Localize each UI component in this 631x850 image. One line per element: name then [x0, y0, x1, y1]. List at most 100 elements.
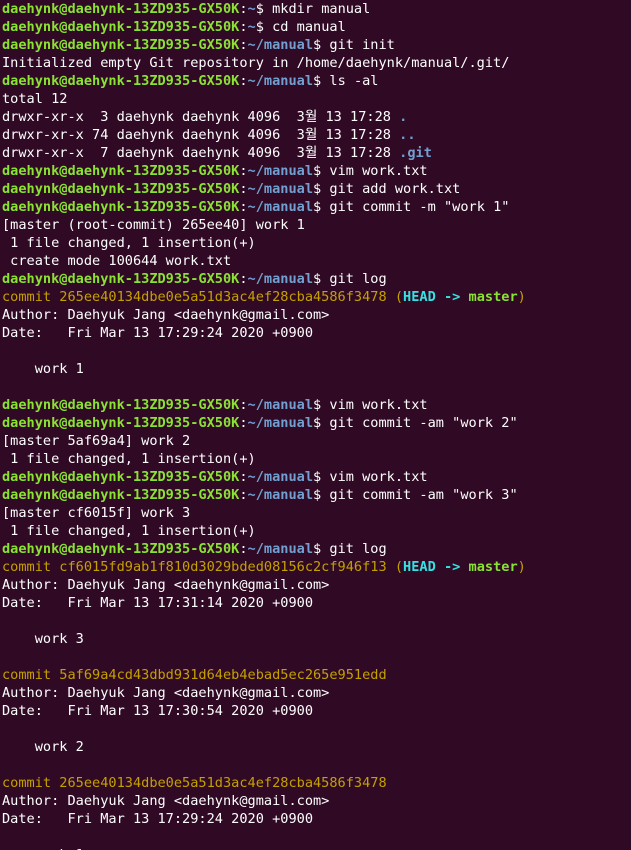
ls-entry: drwxr-xr-x 7 daehynk daehynk 4096 3월 13 … [2, 144, 631, 162]
prompt-colon: : [239, 541, 248, 557]
terminal-window[interactable]: daehynk@daehynk-13ZD935-GX50K:~$ mkdir m… [0, 0, 631, 850]
output-text: Date: Fri Mar 13 17:29:24 2020 +0900 [2, 325, 313, 341]
prompt-user-host: daehynk@daehynk-13ZD935-GX50K [2, 415, 240, 431]
prompt-dollar: $ [313, 37, 330, 53]
commit-hash: commit cf6015fd9ab1f810d3029bded08156c2c… [2, 559, 387, 575]
prompt-dollar: $ [313, 199, 330, 215]
prompt-dollar: $ [313, 415, 330, 431]
branch-ref: master [468, 559, 518, 575]
prompt-colon: : [239, 73, 248, 89]
prompt-user-host: daehynk@daehynk-13ZD935-GX50K [2, 37, 240, 53]
prompt-line: daehynk@daehynk-13ZD935-GX50K:~/manual$ … [2, 486, 631, 504]
output-text: Author: Daehyuk Jang <daehynk@gmail.com> [2, 793, 330, 809]
prompt-path: ~/manual [247, 487, 314, 503]
ls-entry-info: drwxr-xr-x 3 daehynk daehynk 4096 3월 13 … [2, 109, 400, 125]
output-text: Author: Daehyuk Jang <daehynk@gmail.com> [2, 685, 330, 701]
ref-open-paren: ( [386, 289, 404, 305]
prompt-path: ~/manual [247, 415, 314, 431]
output-line: Initialized empty Git repository in /hom… [2, 54, 631, 72]
prompt-path: ~/manual [247, 199, 314, 215]
output-text: [master 5af69a4] work 2 [2, 433, 191, 449]
prompt-user-host: daehynk@daehynk-13ZD935-GX50K [2, 541, 240, 557]
directory-name: .. [399, 127, 416, 143]
output-text: Date: Fri Mar 13 17:31:14 2020 +0900 [2, 595, 313, 611]
output-text: work 1 [2, 361, 84, 377]
commit-line: commit 265ee40134dbe0e5a51d3ac4ef28cba45… [2, 774, 631, 792]
commit-hash: commit 5af69a4cd43dbd931d64eb4ebad5ec265… [2, 667, 387, 683]
prompt-line: daehynk@daehynk-13ZD935-GX50K:~/manual$ … [2, 468, 631, 486]
head-ref: HEAD [403, 559, 436, 575]
prompt-user-host: daehynk@daehynk-13ZD935-GX50K [2, 19, 240, 35]
prompt-colon: : [239, 199, 248, 215]
prompt-dollar: $ [255, 19, 273, 35]
ref-arrow: -> [435, 289, 469, 305]
command-text: vim work.txt [329, 163, 428, 179]
prompt-colon: : [239, 469, 248, 485]
output-line: Author: Daehyuk Jang <daehynk@gmail.com> [2, 306, 631, 324]
output-line: [master (root-commit) 265ee40] work 1 [2, 216, 631, 234]
prompt-user-host: daehynk@daehynk-13ZD935-GX50K [2, 469, 240, 485]
prompt-path: ~/manual [247, 163, 314, 179]
prompt-line: daehynk@daehynk-13ZD935-GX50K:~/manual$ … [2, 180, 631, 198]
prompt-user-host: daehynk@daehynk-13ZD935-GX50K [2, 163, 240, 179]
output-line: Author: Daehyuk Jang <daehynk@gmail.com> [2, 576, 631, 594]
command-text: vim work.txt [329, 469, 428, 485]
prompt-user-host: daehynk@daehynk-13ZD935-GX50K [2, 1, 240, 17]
output-text: 1 file changed, 1 insertion(+) [2, 523, 256, 539]
output-text: Initialized empty Git repository in /hom… [2, 55, 510, 71]
output-line: Date: Fri Mar 13 17:31:14 2020 +0900 [2, 594, 631, 612]
command-text: git commit -m "work 1" [329, 199, 510, 215]
commit-hash: commit 265ee40134dbe0e5a51d3ac4ef28cba45… [2, 775, 387, 791]
command-text: vim work.txt [329, 397, 428, 413]
output-text: Author: Daehyuk Jang <daehynk@gmail.com> [2, 577, 330, 593]
prompt-colon: : [239, 37, 248, 53]
prompt-path: ~ [247, 19, 256, 35]
output-text: 1 file changed, 1 insertion(+) [2, 451, 256, 467]
prompt-path: ~/manual [247, 469, 314, 485]
prompt-line: daehynk@daehynk-13ZD935-GX50K:~/manual$ … [2, 414, 631, 432]
output-line: 1 file changed, 1 insertion(+) [2, 522, 631, 540]
output-text: work 2 [2, 739, 84, 755]
output-text: [master cf6015f] work 3 [2, 505, 191, 521]
prompt-path: ~/manual [247, 73, 314, 89]
prompt-user-host: daehynk@daehynk-13ZD935-GX50K [2, 487, 240, 503]
output-text: create mode 100644 work.txt [2, 253, 232, 269]
output-line: Author: Daehyuk Jang <daehynk@gmail.com> [2, 684, 631, 702]
prompt-dollar: $ [313, 541, 330, 557]
ls-entry-info: drwxr-xr-x 74 daehynk daehynk 4096 3월 13… [2, 127, 400, 143]
prompt-path: ~/manual [247, 541, 314, 557]
prompt-dollar: $ [313, 271, 330, 287]
prompt-user-host: daehynk@daehynk-13ZD935-GX50K [2, 199, 240, 215]
prompt-user-host: daehynk@daehynk-13ZD935-GX50K [2, 397, 240, 413]
branch-ref: master [468, 289, 518, 305]
output-line: [master cf6015f] work 3 [2, 504, 631, 522]
output-line: work 3 [2, 630, 631, 648]
output-line: [master 5af69a4] work 2 [2, 432, 631, 450]
prompt-colon: : [239, 271, 248, 287]
prompt-path: ~ [247, 1, 256, 17]
output-line: Author: Daehyuk Jang <daehynk@gmail.com> [2, 792, 631, 810]
output-line: work 2 [2, 738, 631, 756]
output-text: total 12 [2, 91, 68, 107]
prompt-path: ~/manual [247, 37, 314, 53]
prompt-line: daehynk@daehynk-13ZD935-GX50K:~/manual$ … [2, 396, 631, 414]
output-line: Date: Fri Mar 13 17:29:24 2020 +0900 [2, 810, 631, 828]
prompt-colon: : [239, 415, 248, 431]
directory-name: . [399, 109, 408, 125]
ls-entry-info: drwxr-xr-x 7 daehynk daehynk 4096 3월 13 … [2, 145, 400, 161]
output-text: Author: Daehyuk Jang <daehynk@gmail.com> [2, 307, 330, 323]
prompt-user-host: daehynk@daehynk-13ZD935-GX50K [2, 73, 240, 89]
prompt-line: daehynk@daehynk-13ZD935-GX50K:~$ mkdir m… [2, 0, 631, 18]
prompt-colon: : [239, 487, 248, 503]
prompt-line: daehynk@daehynk-13ZD935-GX50K:~/manual$ … [2, 198, 631, 216]
output-line: Date: Fri Mar 13 17:30:54 2020 +0900 [2, 702, 631, 720]
command-text: git commit -am "work 2" [329, 415, 518, 431]
output-line: work 1 [2, 846, 631, 850]
